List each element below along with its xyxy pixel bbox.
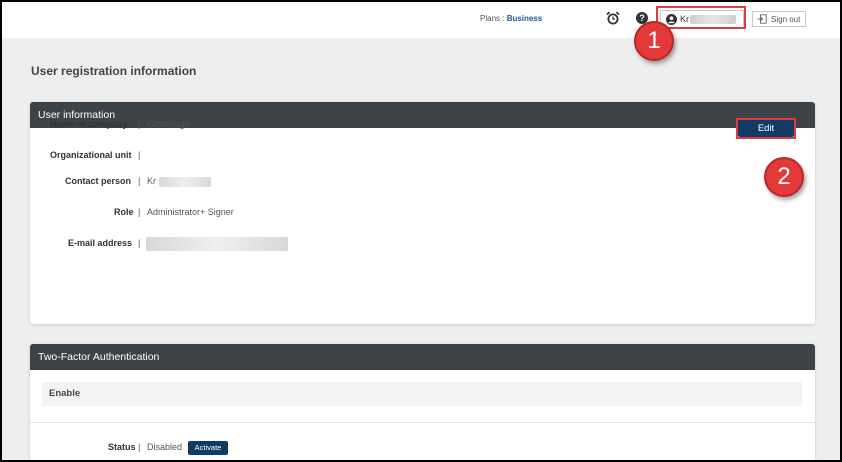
alarm-clock-icon[interactable] [606, 11, 620, 25]
two-factor-card: Two-Factor Authentication Enable Status … [30, 344, 815, 462]
user-information-card: User information Edit Name of company | … [30, 102, 815, 324]
plans-indicator: Plans : Business [480, 14, 542, 23]
contact-person-separator: | [138, 176, 141, 186]
step-1-callout: 1 [634, 21, 674, 61]
plans-label: Plans : [480, 14, 507, 23]
email-separator: | [138, 238, 141, 248]
two-factor-header: Two-Factor Authentication [30, 344, 815, 370]
page-title: User registration information [31, 64, 197, 78]
sign-out-label: Sign out [771, 15, 801, 24]
org-unit-label: Organizational unit [50, 150, 132, 160]
role-label: Role [114, 207, 134, 217]
main-content: User registration information User infor… [2, 38, 840, 462]
email-redaction [146, 237, 288, 251]
company-separator: | [138, 119, 141, 129]
email-label: E-mail address [68, 238, 133, 248]
sign-out-icon [757, 14, 767, 24]
status-separator: | [138, 442, 141, 452]
company-label: Name of company [50, 119, 128, 129]
company-value: Globalsign [147, 119, 190, 129]
user-menu-highlight [656, 6, 746, 29]
edit-button-highlight [736, 118, 796, 139]
status-value: Disabled [147, 442, 183, 452]
contact-person-value: Kr [147, 176, 156, 186]
sign-out-button[interactable]: Sign out [752, 11, 806, 27]
section-divider [30, 422, 815, 423]
activate-button[interactable]: Activate [188, 441, 228, 455]
contact-person-label: Contact person [65, 176, 132, 186]
status-label: Status [108, 442, 136, 452]
role-separator: | [138, 207, 141, 217]
plans-value[interactable]: Business [507, 14, 543, 23]
org-unit-separator: | [138, 150, 141, 160]
enable-section: Enable [42, 382, 802, 406]
contact-person-redaction [159, 177, 211, 187]
step-2-callout: 2 [764, 157, 804, 197]
role-value: Administrator+ Signer [147, 207, 234, 217]
